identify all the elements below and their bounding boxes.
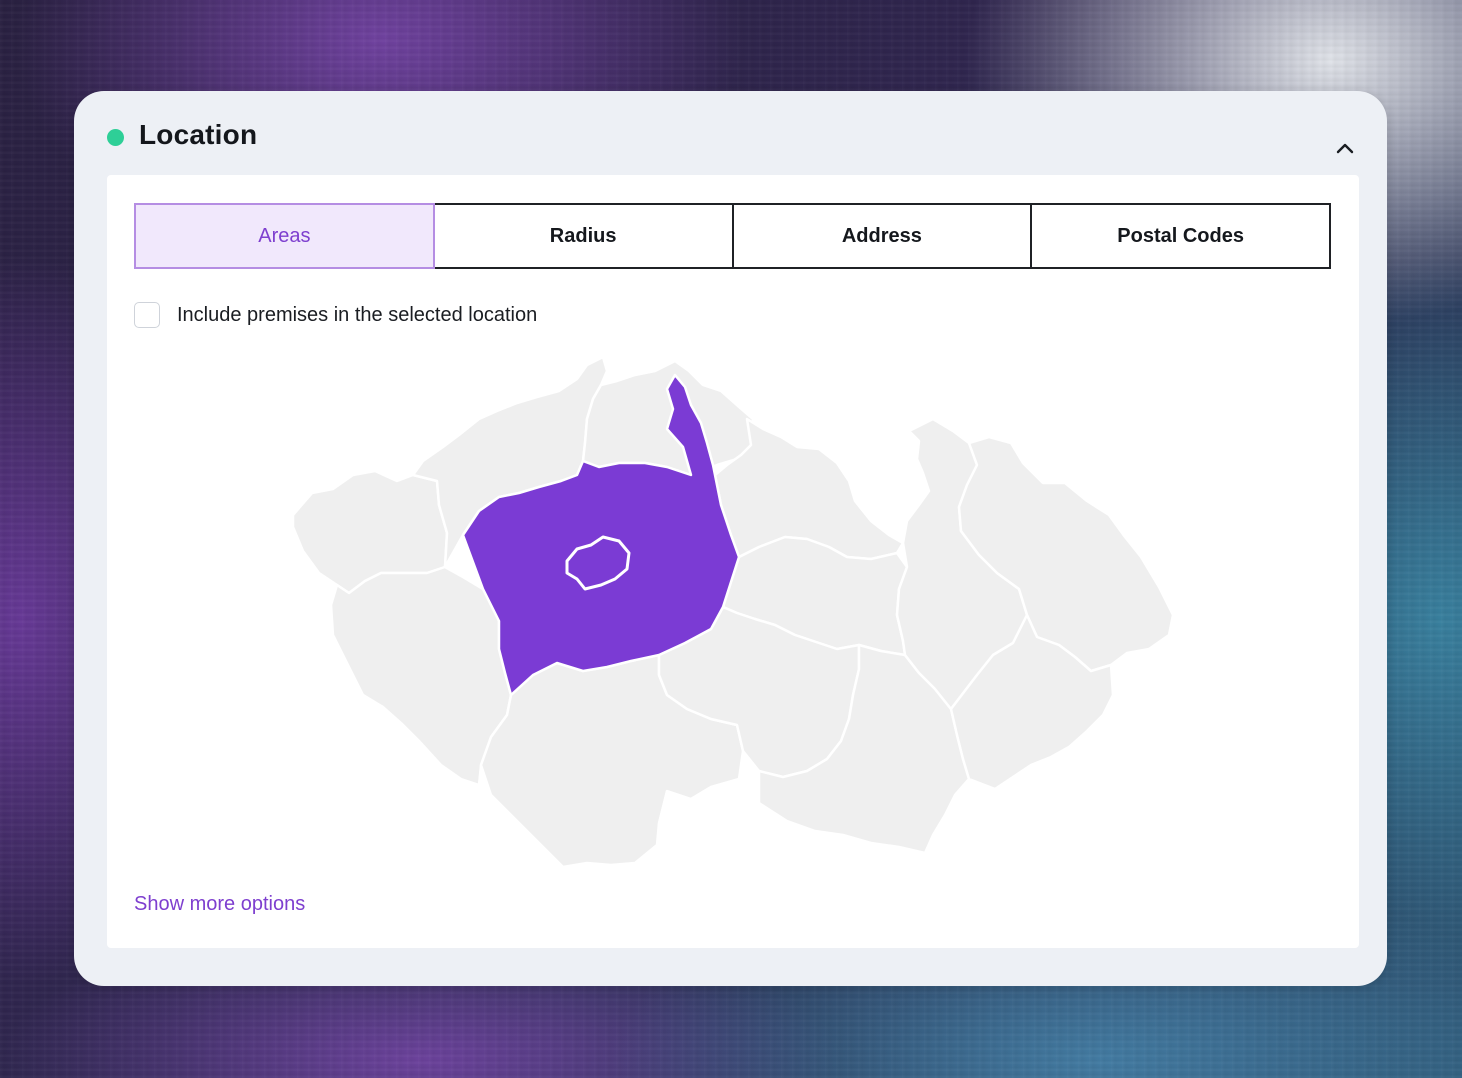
chevron-up-icon xyxy=(1336,143,1354,154)
region-map xyxy=(291,355,1175,869)
collapse-button[interactable] xyxy=(1332,135,1358,161)
map-region-plzen[interactable] xyxy=(329,565,513,787)
tab-areas[interactable]: Areas xyxy=(134,203,435,269)
panel-title: Location xyxy=(139,119,258,150)
status-indicator xyxy=(107,129,124,146)
location-panel: Location Areas Radius Address Postal Cod… xyxy=(74,91,1387,986)
location-card: Areas Radius Address Postal Codes Includ… xyxy=(107,175,1359,948)
show-more-options-link[interactable]: Show more options xyxy=(134,893,305,916)
map-region-liberec[interactable] xyxy=(581,359,755,477)
